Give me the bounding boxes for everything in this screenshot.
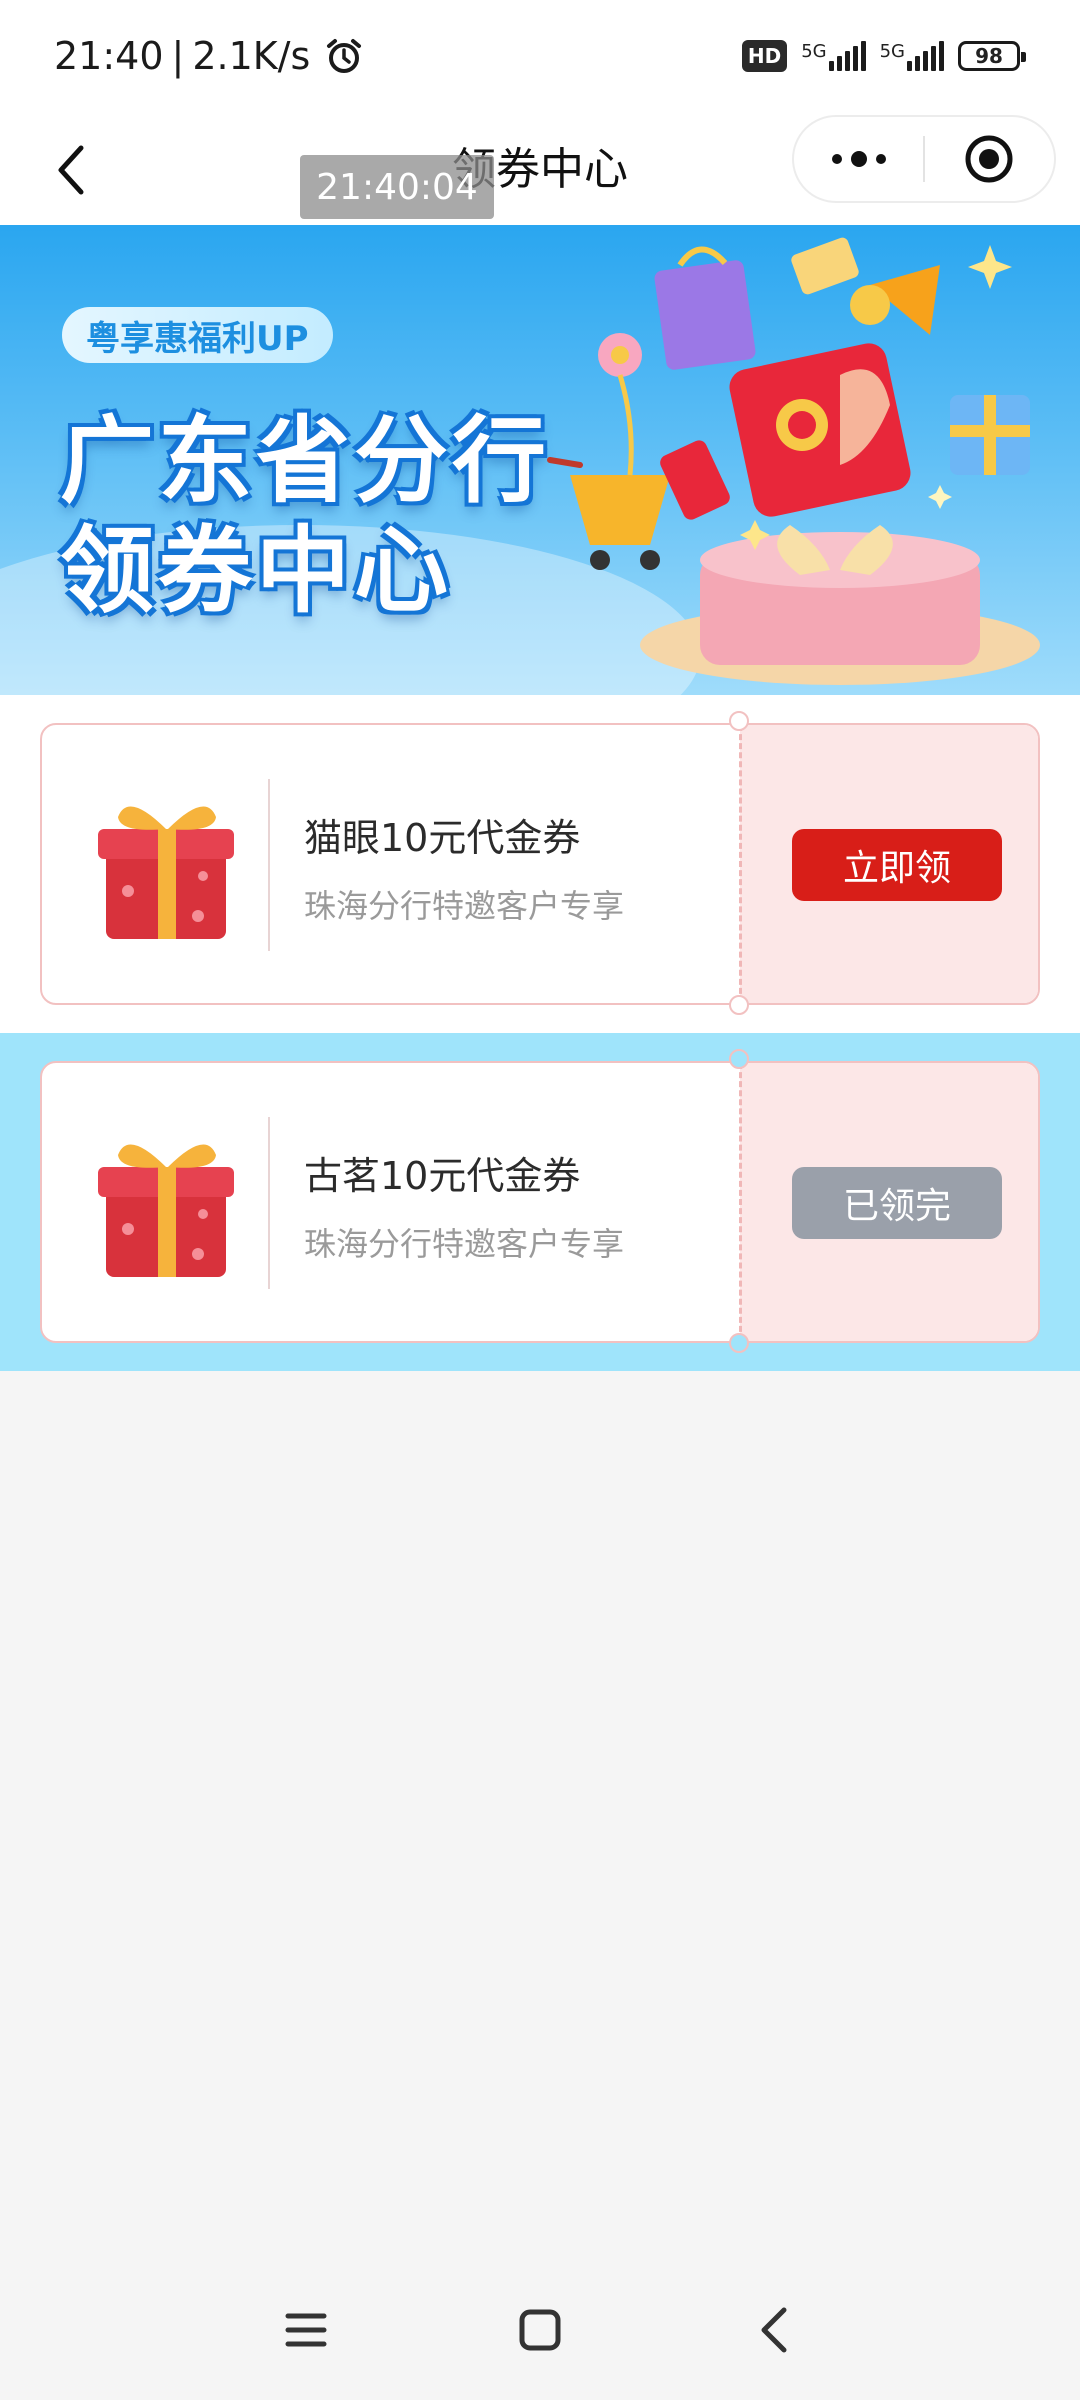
status-bar: 21:40 | 2.1K/s HD 5G 5G 98: [0, 0, 1080, 115]
coupon-separator: [268, 1117, 270, 1289]
coupon-perforation: [739, 1063, 742, 1341]
coupon-subtitle: 珠海分行特邀客户专享: [304, 887, 625, 925]
coupon-perforation: [739, 725, 742, 1003]
target-close-icon: [965, 135, 1013, 183]
coupon-row: 猫眼10元代金券 珠海分行特邀客户专享 立即领: [0, 695, 1080, 1033]
network-type-2: 5G: [879, 41, 905, 62]
network-type-1: 5G: [801, 41, 827, 62]
menu-icon: [285, 2313, 327, 2347]
status-time: 21:40: [54, 34, 164, 78]
system-back-button[interactable]: [734, 2300, 814, 2360]
home-button[interactable]: [500, 2300, 580, 2360]
coupon-subtitle: 珠海分行特邀客户专享: [304, 1225, 625, 1263]
status-divider: |: [171, 34, 185, 78]
sold-out-button[interactable]: 已领完: [792, 1167, 1002, 1239]
promo-banner[interactable]: 粤享惠福利UP 广东省分行 领券中心: [0, 225, 1080, 695]
status-left: 21:40 | 2.1K/s: [54, 34, 364, 78]
coupon-notch-bottom: [729, 995, 749, 1015]
alarm-icon: [327, 39, 362, 73]
menu-button[interactable]: [266, 2300, 346, 2360]
system-nav-bar: [0, 2260, 1080, 2400]
signal-1-icon: 5G: [801, 41, 866, 71]
banner-tag: 粤享惠福利UP: [62, 307, 333, 363]
coupon-card[interactable]: 猫眼10元代金券 珠海分行特邀客户专享 立即领: [40, 723, 1040, 1005]
network-speed: 2.1K/s: [192, 34, 311, 78]
banner-title-line2: 领券中心: [60, 517, 453, 626]
coupon-separator: [268, 779, 270, 951]
battery-level: 98: [975, 44, 1003, 68]
coupon-title: 猫眼10元代金券: [304, 816, 581, 860]
status-right: HD 5G 5G 98: [741, 40, 1026, 72]
home-square-icon: [519, 2309, 561, 2351]
coupon-title: 古茗10元代金券: [304, 1154, 581, 1198]
more-dots-icon: [831, 151, 886, 167]
more-button[interactable]: [794, 117, 923, 201]
coupon-notch-bottom: [729, 1333, 749, 1353]
coupon-row: 古茗10元代金券 珠海分行特邀客户专享 已领完: [0, 1033, 1080, 1371]
time-overlay: 21:40:04: [300, 155, 494, 219]
mini-program-capsule: [792, 115, 1056, 203]
nav-bar: 领券中心 21:40:04: [0, 115, 1080, 225]
coupon-notch-top: [729, 1049, 749, 1069]
close-program-button[interactable]: [925, 117, 1054, 201]
coupon-notch-top: [729, 711, 749, 731]
gift-box-icon: [98, 1144, 234, 1277]
coupon-card[interactable]: 古茗10元代金券 珠海分行特邀客户专享 已领完: [40, 1061, 1040, 1343]
signal-2-icon: 5G: [880, 41, 944, 71]
banner-illustration: [547, 237, 1040, 685]
battery-icon: 98: [958, 41, 1026, 71]
gift-box-icon: [98, 806, 234, 939]
hd-badge: HD: [741, 40, 788, 72]
claim-button[interactable]: 立即领: [792, 829, 1002, 901]
chevron-left-icon: [761, 2307, 787, 2353]
